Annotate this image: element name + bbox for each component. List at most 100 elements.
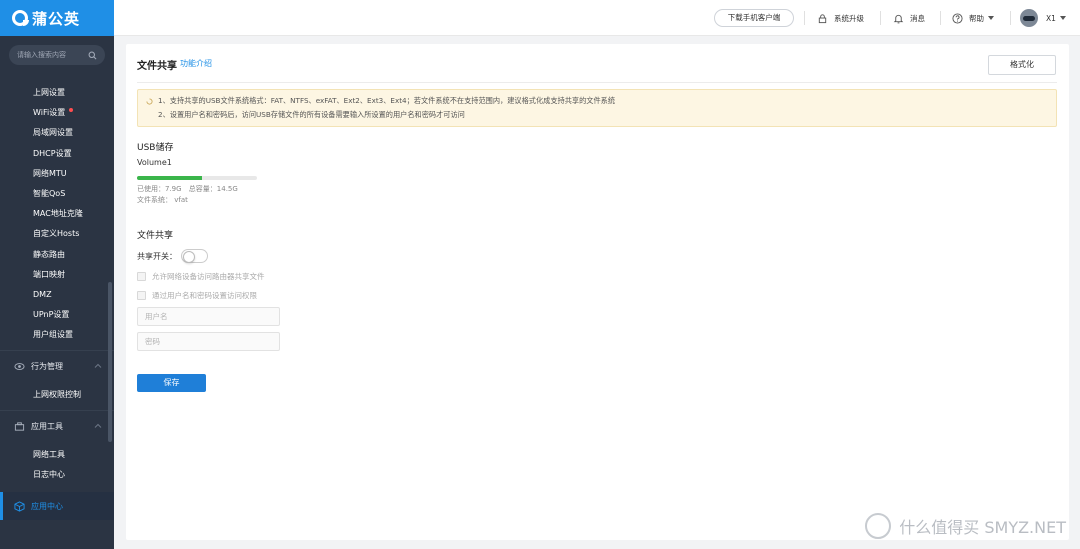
auth-row: 通过用户名和密码设置访问权限 xyxy=(137,290,257,301)
allow-lan-label: 允许网络设备访问路由器共享文件 xyxy=(152,272,265,281)
password-field[interactable] xyxy=(137,332,280,351)
sidebar-item-label: WiFi设置 xyxy=(33,108,66,118)
section-tools[interactable]: 应用工具 xyxy=(0,412,114,440)
sidebar-item-access-control[interactable]: 上网权限控制 xyxy=(0,385,114,405)
chevron-up-icon xyxy=(94,423,102,428)
sidebar-item-label: 局域网设置 xyxy=(33,128,73,138)
share-switch-label: 共享开关： xyxy=(137,251,177,261)
lock-icon xyxy=(818,13,827,23)
section-behavior[interactable]: 行为管理 xyxy=(0,352,114,380)
sidebar-item-upnp[interactable]: UPnP设置 xyxy=(0,305,114,325)
sidebar-item-label: 网络MTU xyxy=(33,168,67,178)
sidebar-item-label: DHCP设置 xyxy=(33,148,72,158)
sidebar-item-label: 上网权限控制 xyxy=(33,390,81,399)
file-share-title: 文件共享 xyxy=(137,231,174,241)
system-upgrade-label: 系统升级 xyxy=(834,13,864,23)
auth-checkbox[interactable] xyxy=(137,291,146,300)
section-app-center[interactable]: 应用中心 xyxy=(0,492,114,520)
device-label: X1 xyxy=(1046,13,1056,23)
notice-box: 1、支持共享的USB文件系统格式：FAT、NTFS、exFAT、Ext2、Ext… xyxy=(137,89,1057,127)
sidebar-item-label: 端口映射 xyxy=(33,269,65,279)
watermark-logo-icon xyxy=(865,513,892,539)
toolbox-icon xyxy=(14,421,25,431)
eye-icon xyxy=(14,362,25,370)
filesystem-value: vfat xyxy=(174,196,188,204)
sidebar-item-qos[interactable]: 智能QoS xyxy=(0,184,114,204)
watermark: 什么值得买 SMYZ.NET xyxy=(865,513,1066,539)
sidebar-item-mac-clone[interactable]: MAC地址克隆 xyxy=(0,204,114,224)
sidebar-item-label: 智能QoS xyxy=(33,188,66,198)
tools-menu: 网络工具 日志中心 xyxy=(0,445,114,485)
sidebar: 蒲公英 请输入搜索内容 上网设置 WiFi设置 局域网设置 DHCP设置 网络M… xyxy=(0,0,114,549)
sidebar-item-label: 网络工具 xyxy=(33,450,65,459)
device-menu[interactable]: X1 xyxy=(1046,0,1066,36)
filesystem-label: 文件系统： xyxy=(137,196,172,204)
cube-icon xyxy=(14,500,25,512)
sidebar-item-user-group[interactable]: 用户组设置 xyxy=(0,325,114,345)
download-app-button[interactable]: 下载手机客户端 xyxy=(714,9,794,27)
section-label: 应用工具 xyxy=(31,421,63,431)
messages-label: 消息 xyxy=(910,13,925,23)
allow-lan-row: 允许网络设备访问路由器共享文件 xyxy=(137,271,265,282)
new-badge xyxy=(69,108,73,113)
total-label: 总容量：14.5G xyxy=(188,185,238,193)
username-field[interactable] xyxy=(137,307,280,326)
sidebar-item-log-center[interactable]: 日志中心 xyxy=(0,465,114,485)
caret-down-icon xyxy=(1059,16,1066,20)
notice-line: 2、设置用户名和密码后，访问USB存储文件的所有设备需要输入所设置的用户名和密码… xyxy=(158,110,465,119)
sidebar-item-label: 自定义Hosts xyxy=(33,229,80,239)
top-header: 下载手机客户端 系统升级 消息 帮助 X1 xyxy=(114,0,1080,36)
usage-bar-fill xyxy=(137,176,203,180)
help-menu[interactable]: 帮助 xyxy=(952,0,994,36)
help-label: 帮助 xyxy=(969,13,984,23)
save-button[interactable]: 保存 xyxy=(137,374,206,392)
caret-down-icon xyxy=(988,16,994,20)
sidebar-item-internet[interactable]: 上网设置 xyxy=(0,83,114,103)
file-share-panel: 文件共享 功能介绍 格式化 1、支持共享的USB文件系统格式：FAT、NTFS、… xyxy=(126,44,1069,540)
used-label: 已使用：7.9G xyxy=(137,185,182,193)
section-label: 应用中心 xyxy=(31,501,63,511)
device-avatar[interactable] xyxy=(1020,9,1038,27)
sidebar-scrollbar[interactable] xyxy=(108,282,112,442)
sidebar-item-dmz[interactable]: DMZ xyxy=(0,285,114,305)
usb-storage-title: USB储存 xyxy=(137,143,174,153)
divider xyxy=(0,410,114,411)
sidebar-item-label: 日志中心 xyxy=(33,470,65,480)
search-input[interactable]: 请输入搜索内容 xyxy=(17,50,66,60)
divider xyxy=(0,350,114,351)
search-icon[interactable] xyxy=(88,51,97,60)
sidebar-item-hosts[interactable]: 自定义Hosts xyxy=(0,224,114,244)
system-upgrade-button[interactable]: 系统升级 xyxy=(817,0,864,36)
allow-lan-checkbox[interactable] xyxy=(137,272,146,281)
volume-name: Volume1 xyxy=(137,158,172,167)
brand-name: 蒲公英 xyxy=(32,9,81,28)
share-toggle[interactable] xyxy=(181,249,208,263)
divider xyxy=(137,82,1057,83)
divider xyxy=(804,11,805,25)
messages-button[interactable]: 消息 xyxy=(893,0,925,36)
divider xyxy=(880,11,881,25)
sidebar-item-port-forward[interactable]: 端口映射 xyxy=(0,265,114,285)
network-menu: 上网设置 WiFi设置 局域网设置 DHCP设置 网络MTU 智能QoS MAC… xyxy=(0,83,114,345)
auth-label: 通过用户名和密码设置访问权限 xyxy=(152,291,257,300)
pgy-logo-icon xyxy=(12,10,29,26)
page-title: 文件共享 xyxy=(137,61,177,72)
watermark-text: 什么值得买 SMYZ.NET xyxy=(899,518,1066,537)
format-button[interactable]: 格式化 xyxy=(988,55,1056,75)
feature-intro-link[interactable]: 功能介绍 xyxy=(180,58,212,69)
sidebar-item-label: 用户组设置 xyxy=(33,330,73,340)
sidebar-item-net-tools[interactable]: 网络工具 xyxy=(0,445,114,465)
sidebar-item-wifi[interactable]: WiFi设置 xyxy=(0,103,114,123)
notice-line: 1、支持共享的USB文件系统格式：FAT、NTFS、exFAT、Ext2、Ext… xyxy=(158,96,616,105)
filesystem-info: 文件系统： vfat xyxy=(137,195,188,205)
sidebar-search[interactable]: 请输入搜索内容 xyxy=(9,45,105,65)
sidebar-item-dhcp[interactable]: DHCP设置 xyxy=(0,144,114,164)
sidebar-item-static-route[interactable]: 静态路由 xyxy=(0,245,114,265)
brand-logo[interactable]: 蒲公英 xyxy=(0,0,114,36)
usage-bar xyxy=(137,176,257,180)
sidebar-item-label: UPnP设置 xyxy=(33,310,70,320)
sidebar-item-label: MAC地址克隆 xyxy=(33,209,83,219)
sidebar-item-mtu[interactable]: 网络MTU xyxy=(0,164,114,184)
sidebar-item-label: 上网设置 xyxy=(33,88,65,97)
sidebar-item-lan[interactable]: 局域网设置 xyxy=(0,123,114,143)
